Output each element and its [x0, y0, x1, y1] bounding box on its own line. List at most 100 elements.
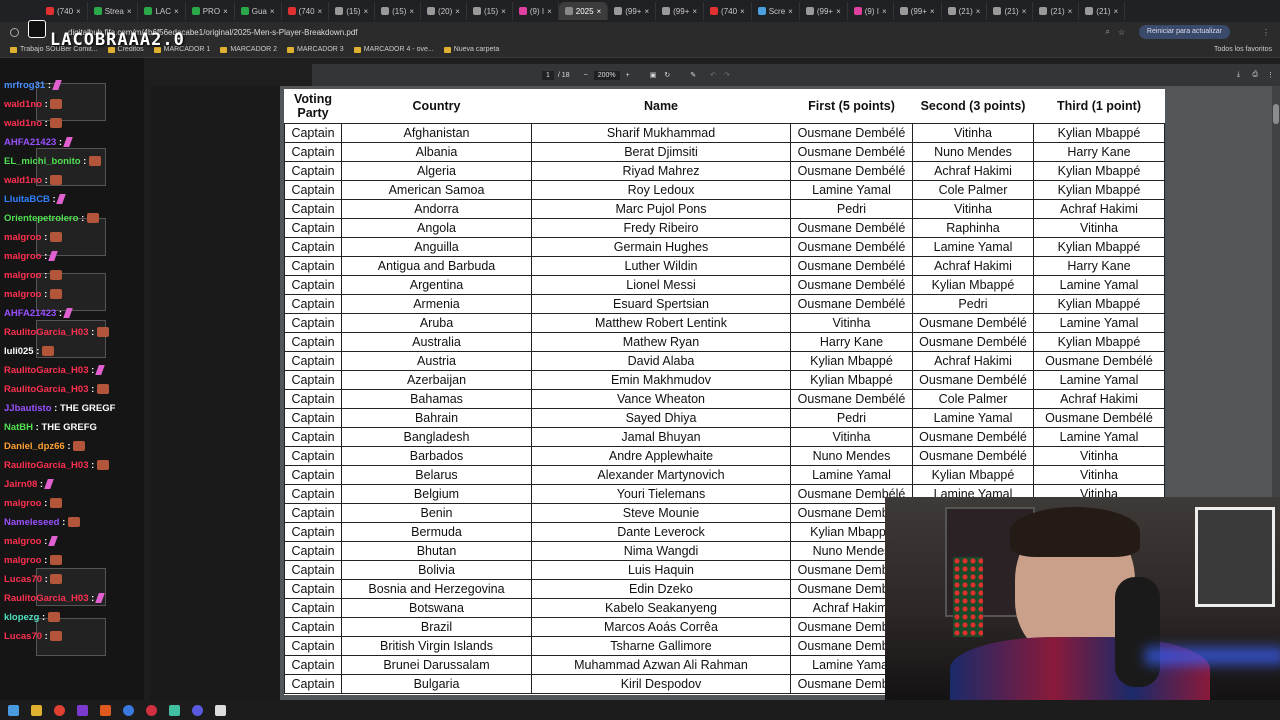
cell-name: Riyad Mahrez — [531, 160, 791, 181]
fit-page-icon[interactable]: ▣ — [650, 71, 657, 79]
cell-name: Marcos Aoás Corrêa — [531, 616, 791, 637]
browser-tab[interactable]: (9) I × — [513, 2, 559, 20]
tab-close-icon[interactable]: × — [318, 7, 323, 16]
annotate-icon[interactable]: ✎ — [690, 71, 696, 79]
file-explorer-icon[interactable] — [31, 704, 42, 716]
browser-tab[interactable]: (20) × — [421, 2, 467, 20]
zoom-out-icon[interactable]: − — [584, 72, 588, 79]
tab-close-icon[interactable]: × — [1022, 7, 1027, 16]
browser-tab[interactable]: (740 × — [282, 2, 330, 20]
download-icon[interactable]: ⤓ — [1237, 71, 1240, 79]
update-button[interactable]: Reiniciar para actualizar — [1138, 25, 1230, 39]
notes-icon[interactable] — [169, 704, 180, 716]
chat-separator: : — [42, 118, 51, 129]
cell-name: Sayed Dhiya — [531, 407, 791, 428]
browser-tab[interactable]: Gua × — [235, 2, 282, 20]
tab-close-icon[interactable]: × — [930, 7, 935, 16]
tab-close-icon[interactable]: × — [455, 7, 460, 16]
browser-tab[interactable]: (21) × — [987, 2, 1034, 20]
tab-close-icon[interactable]: × — [127, 7, 132, 16]
tab-close-icon[interactable]: × — [740, 7, 745, 16]
rotate-icon[interactable]: ↻ — [664, 71, 670, 79]
tab-close-icon[interactable]: × — [692, 7, 697, 16]
tab-close-icon[interactable]: × — [788, 7, 793, 16]
chat-separator: : — [42, 99, 51, 110]
tab-close-icon[interactable]: × — [76, 7, 81, 16]
app-icon[interactable] — [100, 704, 111, 716]
browser-tab[interactable]: (99+ × — [894, 2, 942, 20]
capture-icon[interactable] — [215, 704, 226, 716]
bookmark-item[interactable]: MARCADOR 2 — [220, 46, 277, 53]
page-number-input[interactable]: 1 — [542, 70, 554, 80]
browser-tab[interactable]: Scre × — [752, 2, 800, 20]
browser-tab[interactable]: (99+ × — [800, 2, 848, 20]
browser-tab[interactable]: (15) × — [467, 2, 513, 20]
cell-second: Achraf Hakimi — [912, 160, 1034, 181]
windows-start-icon[interactable] — [8, 704, 19, 716]
bookmark-item[interactable]: MARCADOR 4 - ove... — [353, 46, 434, 53]
tab-close-icon[interactable]: × — [1068, 7, 1073, 16]
tab-close-icon[interactable]: × — [501, 7, 506, 16]
print-icon[interactable]: ⎙ — [1252, 71, 1258, 79]
tab-close-icon[interactable]: × — [174, 7, 179, 16]
tab-close-icon[interactable]: × — [223, 7, 228, 16]
cell-third: Kylian Mbappé — [1033, 331, 1165, 352]
tab-close-icon[interactable]: × — [363, 7, 368, 16]
browser-icon[interactable] — [123, 704, 134, 716]
tab-close-icon[interactable]: × — [976, 7, 981, 16]
browser-tab[interactable]: (21) × — [1079, 2, 1126, 20]
chat-message: RaulitoGarcia_H03 : — [4, 384, 109, 395]
undo-icon[interactable]: ↶ — [710, 71, 716, 79]
pdf-toolbar: 1 / 18 − 200% + ▣ ↻ ✎ ↶ ↷ ⤓ ⎙ ⋮ — [312, 64, 1280, 86]
table-row: Captain Argentina Lionel Messi Ousmane Demb… — [284, 274, 1165, 295]
back-icon[interactable] — [10, 27, 19, 37]
browser-tab[interactable]: LAC × — [138, 2, 186, 20]
browser-tab[interactable]: (21) × — [942, 2, 988, 20]
tab-favicon-icon — [710, 7, 719, 15]
zoom-level[interactable]: 200% — [593, 70, 620, 80]
bookmark-item[interactable]: MARCADOR 3 — [287, 46, 344, 53]
cell-country: Bermuda — [341, 521, 532, 542]
table-row: Captain Armenia Esuard Spertsian Ousmane De… — [284, 293, 1165, 314]
chat-username: AHFA21423 — [4, 137, 57, 148]
tab-close-icon[interactable]: × — [547, 7, 552, 16]
tab-favicon-icon — [472, 7, 481, 15]
browser-tab[interactable]: PRO × — [186, 2, 235, 20]
bookmark-item[interactable]: Nueva carpeta — [443, 46, 499, 53]
menu-icon[interactable]: ⋮ — [1262, 28, 1270, 37]
zoom-in-icon[interactable]: + — [626, 72, 630, 79]
discord-icon[interactable] — [192, 704, 203, 716]
redo-icon[interactable]: ↷ — [724, 71, 730, 79]
tab-close-icon[interactable]: × — [644, 7, 649, 16]
bookmark-star-icon[interactable]: ☆ — [1118, 28, 1125, 37]
tab-close-icon[interactable]: × — [597, 7, 602, 16]
cell-third: Kylian Mbappé — [1033, 160, 1165, 181]
tab-close-icon[interactable]: × — [882, 7, 887, 16]
browser-tab[interactable]: Strea × — [88, 2, 139, 20]
browser-tab[interactable]: 2025 × — [558, 2, 609, 20]
tab-close-icon[interactable]: × — [270, 7, 275, 16]
pdf-scrollbar-thumb[interactable] — [1273, 104, 1279, 124]
chrome-icon[interactable] — [54, 704, 65, 716]
table-row: Captain Algeria Riyad Mahrez Ousmane Dembél… — [284, 160, 1165, 181]
browser-tab[interactable]: (9) I × — [848, 2, 894, 20]
tab-close-icon[interactable]: × — [409, 7, 414, 16]
all-bookmarks-button[interactable]: Todos los favoritos — [1214, 46, 1272, 53]
browser-tab[interactable]: (99+ × — [608, 2, 657, 20]
obs-icon[interactable] — [146, 704, 157, 716]
chat-separator: : — [41, 270, 50, 281]
cell-second: Ousmane Dembélé — [912, 426, 1034, 447]
browser-tab[interactable]: (21) × — [1033, 2, 1080, 20]
twitch-icon[interactable] — [77, 704, 88, 716]
browser-tab[interactable]: (15) × — [375, 2, 422, 20]
browser-tab[interactable]: (99+ × — [656, 2, 705, 20]
more-options-icon[interactable]: ⋮ — [1267, 71, 1274, 79]
tab-close-icon[interactable]: × — [836, 7, 841, 16]
chat-username: malgroo — [4, 555, 42, 566]
browser-tab[interactable]: (740 × — [40, 2, 88, 20]
browser-tab[interactable]: (15) × — [329, 2, 376, 20]
cell-third: Kylian Mbappé — [1033, 122, 1165, 143]
tab-close-icon[interactable]: × — [1114, 7, 1119, 16]
browser-tab[interactable]: (740 × — [704, 2, 752, 20]
search-icon[interactable]: ⌕ — [1106, 27, 1110, 37]
